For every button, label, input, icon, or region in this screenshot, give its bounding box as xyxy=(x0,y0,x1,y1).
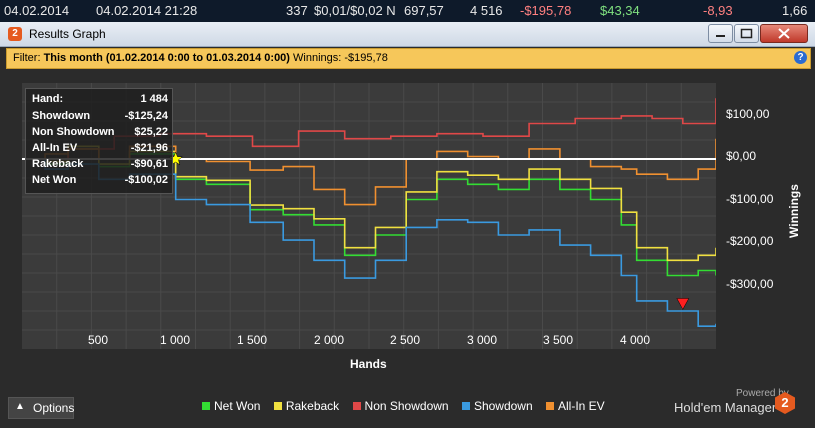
close-icon xyxy=(778,28,790,39)
info-showdown-label: Showdown xyxy=(32,110,91,122)
info-netwon-value: -$100,02 xyxy=(124,174,168,186)
info-nonshowdown-label: Non Showdown xyxy=(32,126,115,138)
session-amount: 697,57 xyxy=(404,3,444,18)
session-value2: $43,34 xyxy=(600,3,640,18)
info-showdown-value: -$125,24 xyxy=(124,110,168,122)
legend-label-rakeback: Rakeback xyxy=(285,399,340,413)
session-summary-row[interactable]: 04.02.2014 04.02.2014 21:28 337 $0,01/$0… xyxy=(0,0,815,22)
legend-label-net-won: Net Won xyxy=(214,399,261,413)
x-axis-label: Hands xyxy=(350,357,387,371)
chart-legend: Net Won Rakeback Non Showdown Showdown A… xyxy=(202,399,615,413)
maximize-button[interactable] xyxy=(734,24,759,43)
brand-name: Hold'em Manager xyxy=(674,400,777,415)
y-tick-label: -$100,00 xyxy=(726,192,774,206)
info-hand-value: 1 484 xyxy=(140,93,168,105)
legend-all-in-ev[interactable]: All-In EV xyxy=(546,399,605,413)
minimize-button[interactable] xyxy=(708,24,733,43)
legend-swatch-all-in-ev xyxy=(546,402,554,410)
help-icon[interactable]: ? xyxy=(794,51,807,64)
x-tick-label: 1 000 xyxy=(159,333,191,347)
session-hands: 337 xyxy=(286,3,308,18)
caret-up-icon: ▲ xyxy=(15,401,25,412)
session-value4: 1,66 xyxy=(782,3,808,18)
window-title: Results Graph xyxy=(29,27,106,41)
session-value3: -8,93 xyxy=(703,3,733,18)
info-row-netwon: Net Won -$100,02 xyxy=(32,174,168,190)
minimize-icon xyxy=(716,35,725,37)
info-rakeback-value: -$90,61 xyxy=(130,158,168,170)
session-stakes: $0,01/$0,02 N xyxy=(314,3,396,18)
info-row-nonshowdown: Non Showdown $25,22 xyxy=(32,126,168,142)
legend-swatch-showdown xyxy=(461,402,470,410)
x-tick-label: 3 000 xyxy=(466,333,498,347)
y-tick-label: $0,00 xyxy=(726,149,757,163)
worst-point-marker xyxy=(676,298,690,310)
filter-bar[interactable]: Filter: This month (01.02.2014 0:00 to 0… xyxy=(6,48,811,69)
y-tick-label: -$300,00 xyxy=(726,277,774,291)
filter-period: This month (01.02.2014 0:00 to 01.03.201… xyxy=(43,52,290,64)
info-nonshowdown-value: $25,22 xyxy=(134,126,168,138)
info-netwon-label: Net Won xyxy=(32,174,77,186)
hm2-icon: 2 xyxy=(8,27,22,41)
x-tick-label: 2 500 xyxy=(389,333,421,347)
legend-label-non-showdown: Non Showdown xyxy=(364,399,449,413)
legend-label-all-in-ev: All-In EV xyxy=(558,399,605,413)
info-row-rakeback: Rakeback -$90,61 xyxy=(32,158,168,174)
session-winnings: -$195,78 xyxy=(520,3,572,18)
info-row-showdown: Showdown -$125,24 xyxy=(32,110,168,126)
legend-swatch-non-showdown xyxy=(352,402,361,410)
info-row-allin: All-In EV -$21,96 xyxy=(32,142,168,158)
info-row-hand: Hand: 1 484 xyxy=(32,93,168,109)
y-axis-label: Winnings xyxy=(787,184,801,238)
results-graph-window: 2 Results Graph Filter: This month (01.0… xyxy=(0,22,815,428)
info-allin-value: -$21,96 xyxy=(130,142,168,154)
session-count: 4 516 xyxy=(470,3,503,18)
legend-net-won[interactable]: Net Won xyxy=(202,399,260,413)
x-tick-label: 3 500 xyxy=(542,333,574,347)
y-tick-label: -$200,00 xyxy=(726,234,774,248)
info-hand-label: Hand: xyxy=(32,93,64,105)
info-allin-label: All-In EV xyxy=(32,142,78,154)
x-tick-label: 4 000 xyxy=(619,333,651,347)
session-start-date: 04.02.2014 xyxy=(4,3,70,18)
filter-winnings: Winnings: -$195,78 xyxy=(293,52,388,64)
options-label: Options xyxy=(33,401,75,415)
session-end-date: 04.02.2014 21:28 xyxy=(96,3,198,18)
close-button[interactable] xyxy=(760,24,808,43)
title-bar[interactable]: 2 Results Graph xyxy=(0,22,815,47)
hand-info-tooltip: Hand: 1 484 Showdown -$125,24 Non Showdown… xyxy=(25,88,173,194)
legend-rakeback[interactable]: Rakeback xyxy=(273,399,340,413)
x-tick-label: 500 xyxy=(87,333,109,347)
filter-text: Filter: This month (01.02.2014 0:00 to 0… xyxy=(13,52,388,64)
legend-swatch-rakeback xyxy=(273,402,282,410)
y-tick-label: $100,00 xyxy=(726,107,770,121)
info-rakeback-label: Rakeback xyxy=(32,158,84,170)
filter-label: Filter: xyxy=(13,52,41,64)
options-button[interactable]: ▲ Options xyxy=(8,397,74,419)
x-tick-label: 1 500 xyxy=(236,333,268,347)
legend-swatch-net-won xyxy=(202,402,210,410)
legend-label-showdown: Showdown xyxy=(473,399,533,413)
x-tick-label: 2 000 xyxy=(313,333,345,347)
legend-showdown[interactable]: Showdown xyxy=(461,399,533,413)
maximize-icon xyxy=(740,28,753,39)
legend-non-showdown[interactable]: Non Showdown xyxy=(352,399,449,413)
